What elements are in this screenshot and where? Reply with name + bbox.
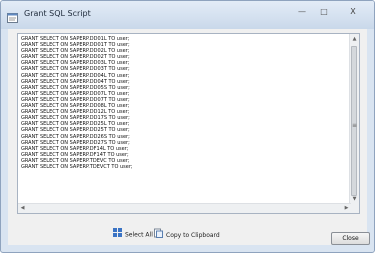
scroll-left-arrow-icon[interactable]: ◀	[18, 205, 27, 211]
close-window-button[interactable]: X	[338, 5, 368, 20]
vertical-scroll-thumb[interactable]	[351, 46, 357, 196]
sql-lines: GRANT SELECT ON SAPERP.DD01L TO user; GR…	[21, 36, 349, 170]
horizontal-scrollbar[interactable]: ◀ ▶	[18, 203, 351, 213]
clipboard-icon	[154, 228, 163, 243]
close-icon: X	[350, 7, 356, 16]
maximize-icon: □	[320, 7, 328, 16]
dialog-body: GRANT SELECT ON SAPERP.DD01L TO user; GR…	[8, 29, 370, 245]
close-button[interactable]: Close	[331, 232, 370, 245]
select-all-icon	[113, 228, 122, 242]
sql-line: GRANT SELECT ON SAPERP.TDEVCT TO user;	[21, 163, 133, 170]
maximize-button[interactable]: □	[313, 5, 335, 20]
sql-script-textarea[interactable]: GRANT SELECT ON SAPERP.DD01L TO user; GR…	[17, 33, 360, 214]
minimize-button[interactable]: —	[291, 5, 313, 20]
window-title: Grant SQL Script	[24, 9, 91, 18]
minimize-icon: —	[298, 7, 306, 16]
title-bar[interactable]: Grant SQL Script — □ X	[1, 1, 374, 29]
copy-to-clipboard-button[interactable]: Copy to Clipboard	[154, 228, 220, 240]
vertical-scrollbar[interactable]: ▲ ≡ ▼	[349, 34, 359, 213]
select-all-label: Select All	[125, 231, 153, 239]
grip-icon: ≡	[351, 122, 358, 129]
scroll-down-arrow-icon[interactable]: ▼	[350, 196, 359, 202]
select-all-button[interactable]: Select All	[113, 228, 153, 240]
app-window-icon	[7, 9, 19, 23]
grant-sql-script-window: Grant SQL Script — □ X GRANT SELECT ON S…	[0, 0, 375, 253]
scroll-up-arrow-icon[interactable]: ▲	[350, 36, 359, 42]
copy-to-clipboard-label: Copy to Clipboard	[166, 232, 220, 239]
scroll-right-arrow-icon[interactable]: ▶	[342, 205, 351, 211]
